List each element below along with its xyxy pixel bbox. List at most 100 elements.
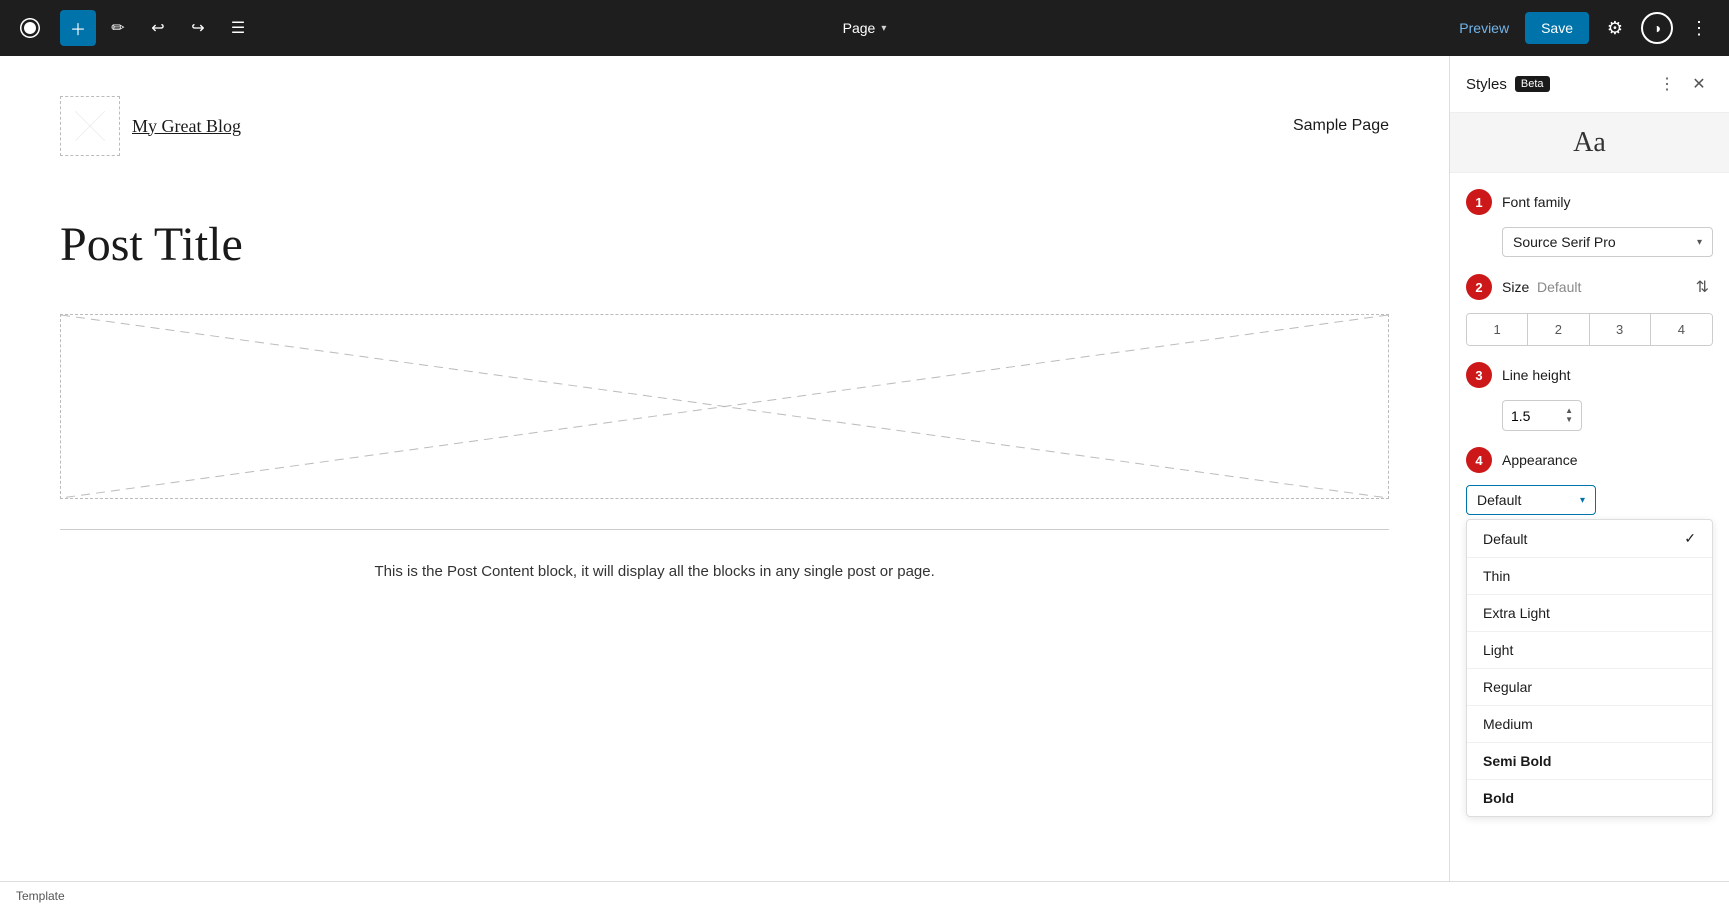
sidebar-close-button[interactable]: ✕ bbox=[1685, 70, 1713, 98]
appearance-dropdown-row: Default ▾ bbox=[1466, 485, 1713, 515]
step-1-circle: 1 bbox=[1466, 189, 1492, 215]
sidebar-header: Styles Beta ⋮ ✕ bbox=[1450, 56, 1729, 113]
size-btn-1[interactable]: 1 bbox=[1467, 314, 1528, 345]
appearance-option-default-label: Default bbox=[1483, 531, 1527, 547]
size-default-text: Default bbox=[1537, 279, 1581, 295]
line-height-increment-button[interactable]: ▲ bbox=[1565, 407, 1573, 415]
step-3-circle: 3 bbox=[1466, 362, 1492, 388]
sidebar-more-button[interactable]: ⋮ bbox=[1653, 70, 1681, 98]
appearance-section: 4 Appearance Default ▾ Default ✓ bbox=[1466, 447, 1713, 817]
line-height-label: Line height bbox=[1502, 367, 1571, 383]
size-adjust-button[interactable]: ⇅ bbox=[1692, 273, 1713, 301]
step-4-circle: 4 bbox=[1466, 447, 1492, 473]
font-family-section: 1 Font family Source Serif Pro ▾ bbox=[1466, 189, 1713, 257]
appearance-option-thin-label: Thin bbox=[1483, 568, 1510, 584]
font-family-label: Font family bbox=[1502, 194, 1570, 210]
page-chevron-icon: ▾ bbox=[881, 23, 886, 34]
typography-preview-text: Aa bbox=[1573, 127, 1606, 159]
step-2-label: 2 bbox=[1475, 280, 1482, 295]
font-family-dropdown-arrow-icon: ▾ bbox=[1697, 237, 1702, 248]
appearance-option-semi-bold-label: Semi Bold bbox=[1483, 753, 1551, 769]
size-buttons: 1 2 3 4 bbox=[1466, 313, 1713, 346]
preview-button[interactable]: Preview bbox=[1451, 16, 1517, 40]
size-btn-2[interactable]: 2 bbox=[1528, 314, 1589, 345]
size-section: 2 Size Default ⇅ 1 2 3 4 bbox=[1466, 273, 1713, 346]
sidebar-title-row: Styles Beta bbox=[1466, 76, 1550, 93]
appearance-value: Default bbox=[1477, 492, 1521, 508]
line-height-value: 1.5 bbox=[1511, 408, 1530, 424]
toolbar: ＋ ✏ ↩ ↪ ☰ Page ▾ Preview Save ⚙ ◑ ⋮ bbox=[0, 0, 1729, 56]
appearance-option-bold-label: Bold bbox=[1483, 790, 1514, 806]
size-row: 2 Size Default ⇅ bbox=[1466, 273, 1713, 301]
redo-button[interactable]: ↪ bbox=[180, 10, 216, 46]
appearance-option-extra-light[interactable]: Extra Light bbox=[1467, 595, 1712, 632]
step-3-label: 3 bbox=[1475, 368, 1482, 383]
size-btn-3[interactable]: 3 bbox=[1590, 314, 1651, 345]
blog-header-left: My Great Blog bbox=[60, 96, 241, 156]
font-family-value: Source Serif Pro bbox=[1513, 234, 1616, 250]
blog-title[interactable]: My Great Blog bbox=[132, 116, 241, 137]
line-height-input-row: 1.5 ▲ ▼ bbox=[1466, 400, 1713, 431]
size-btn-4[interactable]: 4 bbox=[1651, 314, 1712, 345]
line-height-input[interactable]: 1.5 ▲ ▼ bbox=[1502, 400, 1582, 431]
font-family-dropdown-row: Source Serif Pro ▾ bbox=[1466, 227, 1713, 257]
typography-preview: Aa bbox=[1450, 113, 1729, 173]
sidebar-title: Styles bbox=[1466, 76, 1507, 93]
appearance-option-thin[interactable]: Thin bbox=[1467, 558, 1712, 595]
appearance-option-light[interactable]: Light bbox=[1467, 632, 1712, 669]
appearance-option-regular-label: Regular bbox=[1483, 679, 1532, 695]
appearance-label: Appearance bbox=[1502, 452, 1578, 468]
blog-header: My Great Blog Sample Page bbox=[60, 96, 1389, 156]
line-height-section: 3 Line height 1.5 ▲ ▼ bbox=[1466, 362, 1713, 431]
nav-link[interactable]: Sample Page bbox=[1293, 117, 1389, 134]
appearance-row: 4 Appearance bbox=[1466, 447, 1713, 473]
edit-button[interactable]: ✏ bbox=[100, 10, 136, 46]
appearance-option-medium-label: Medium bbox=[1483, 716, 1533, 732]
list-view-button[interactable]: ☰ bbox=[220, 10, 256, 46]
appearance-select[interactable]: Default ▾ bbox=[1466, 485, 1596, 515]
appearance-option-bold[interactable]: Bold bbox=[1467, 780, 1712, 816]
appearance-option-light-label: Light bbox=[1483, 642, 1513, 658]
post-title[interactable]: Post Title bbox=[60, 216, 1389, 274]
appearance-option-default[interactable]: Default ✓ bbox=[1467, 520, 1712, 558]
settings-icon-button[interactable]: ⚙ bbox=[1597, 10, 1633, 46]
step-4-label: 4 bbox=[1475, 453, 1482, 468]
main-area: My Great Blog Sample Page Post Title Thi… bbox=[0, 56, 1729, 881]
line-height-decrement-button[interactable]: ▼ bbox=[1565, 416, 1573, 424]
post-content-text[interactable]: This is the Post Content block, it will … bbox=[375, 560, 1075, 584]
template-label: Template bbox=[16, 889, 65, 903]
more-options-button[interactable]: ⋮ bbox=[1681, 10, 1717, 46]
content-divider bbox=[60, 529, 1389, 530]
add-block-button[interactable]: ＋ bbox=[60, 10, 96, 46]
line-height-row: 3 Line height bbox=[1466, 362, 1713, 388]
image-placeholder[interactable] bbox=[60, 314, 1389, 499]
blog-nav: Sample Page bbox=[1293, 117, 1389, 135]
line-height-spinners: ▲ ▼ bbox=[1565, 407, 1573, 424]
wordpress-logo bbox=[12, 10, 48, 46]
blog-logo-placeholder bbox=[60, 96, 120, 156]
appearance-option-medium[interactable]: Medium bbox=[1467, 706, 1712, 743]
page-indicator[interactable]: Page ▾ bbox=[843, 20, 887, 36]
contrast-icon-button[interactable]: ◑ bbox=[1641, 12, 1673, 44]
appearance-option-extra-light-label: Extra Light bbox=[1483, 605, 1550, 621]
sidebar-content: 1 Font family Source Serif Pro ▾ 2 bbox=[1450, 173, 1729, 881]
size-label: Size Default bbox=[1502, 279, 1581, 295]
appearance-option-regular[interactable]: Regular bbox=[1467, 669, 1712, 706]
canvas: My Great Blog Sample Page Post Title Thi… bbox=[0, 56, 1449, 881]
appearance-dropdown-menu: Default ✓ Thin Extra Light Light Regular bbox=[1466, 519, 1713, 817]
undo-button[interactable]: ↩ bbox=[140, 10, 176, 46]
step-1-label: 1 bbox=[1475, 195, 1482, 210]
font-family-dropdown[interactable]: Source Serif Pro ▾ bbox=[1502, 227, 1713, 257]
status-bar: Template bbox=[0, 881, 1729, 909]
check-icon: ✓ bbox=[1684, 530, 1696, 547]
appearance-dropdown-arrow-icon: ▾ bbox=[1580, 495, 1585, 506]
appearance-option-semi-bold[interactable]: Semi Bold bbox=[1467, 743, 1712, 780]
styles-sidebar: Styles Beta ⋮ ✕ Aa 1 Font family bbox=[1449, 56, 1729, 881]
save-button[interactable]: Save bbox=[1525, 12, 1589, 44]
step-2-circle: 2 bbox=[1466, 274, 1492, 300]
beta-badge: Beta bbox=[1515, 76, 1550, 92]
font-family-row: 1 Font family bbox=[1466, 189, 1713, 215]
page-label: Page bbox=[843, 20, 876, 36]
sidebar-header-actions: ⋮ ✕ bbox=[1653, 70, 1713, 98]
toolbar-right: Preview Save ⚙ ◑ ⋮ bbox=[1451, 10, 1717, 46]
